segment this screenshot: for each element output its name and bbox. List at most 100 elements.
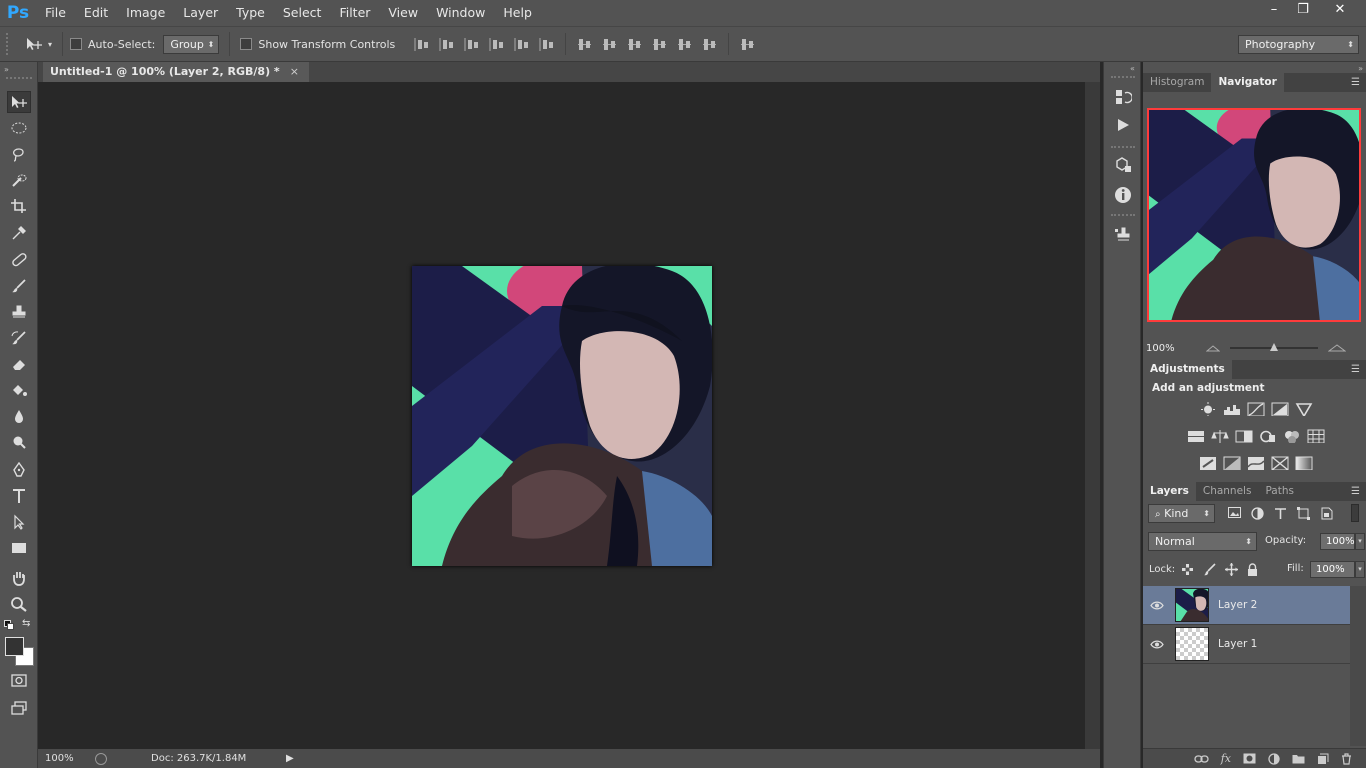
- tab-navigator[interactable]: Navigator: [1211, 73, 1284, 92]
- lock-position-icon[interactable]: [1225, 563, 1238, 576]
- lock-transparency-icon[interactable]: [1181, 563, 1194, 576]
- default-colors-icon[interactable]: [4, 620, 14, 630]
- collapse-arrows-icon[interactable]: «: [1130, 64, 1135, 73]
- actions-panel-button[interactable]: [1112, 114, 1134, 136]
- filter-toggle-switch[interactable]: [1351, 504, 1359, 522]
- path-selection-tool[interactable]: [7, 511, 31, 533]
- color-balance-icon[interactable]: [1211, 429, 1229, 443]
- rectangle-tool[interactable]: [7, 537, 31, 559]
- distribute-left-icon[interactable]: [652, 37, 667, 52]
- gradient-map-icon[interactable]: [1295, 456, 1313, 470]
- distribute-right-icon[interactable]: [702, 37, 717, 52]
- tab-histogram[interactable]: Histogram: [1143, 73, 1211, 92]
- new-layer-icon[interactable]: [1317, 753, 1329, 765]
- status-menu-arrow-icon[interactable]: ▶: [286, 753, 294, 764]
- trash-icon[interactable]: [1341, 752, 1352, 765]
- menu-edit[interactable]: Edit: [75, 0, 117, 26]
- lasso-tool[interactable]: [7, 143, 31, 165]
- lock-all-icon[interactable]: [1247, 563, 1258, 576]
- visibility-eye-icon[interactable]: [1143, 601, 1171, 610]
- distribute-horizontal-centers-icon[interactable]: [677, 37, 692, 52]
- status-info-icon[interactable]: [95, 752, 107, 765]
- history-brush-tool[interactable]: [7, 327, 31, 349]
- auto-align-layers-icon[interactable]: [740, 37, 755, 52]
- adjustment-filter-icon[interactable]: [1251, 507, 1264, 520]
- eraser-tool[interactable]: [7, 353, 31, 375]
- pixel-filter-icon[interactable]: [1228, 507, 1241, 518]
- distribute-top-icon[interactable]: [577, 37, 592, 52]
- swap-colors-icon[interactable]: ⇆: [22, 618, 30, 629]
- eyedropper-tool[interactable]: [7, 221, 31, 243]
- menu-view[interactable]: View: [379, 0, 427, 26]
- layer-name[interactable]: Layer 1: [1218, 638, 1257, 650]
- threshold-icon[interactable]: [1247, 456, 1265, 470]
- slider-thumb[interactable]: [1270, 343, 1278, 351]
- hue-saturation-icon[interactable]: [1187, 429, 1205, 443]
- workspace-switcher[interactable]: Photography ⬍: [1238, 35, 1359, 54]
- navigator-preview[interactable]: [1147, 108, 1361, 322]
- panel-menu-icon[interactable]: ☰: [1351, 482, 1360, 501]
- align-right-edges-icon[interactable]: [539, 37, 554, 52]
- photo-filter-icon[interactable]: [1259, 429, 1277, 443]
- document-tab[interactable]: Untitled-1 @ 100% (Layer 2, RGB/8) * ×: [43, 62, 309, 82]
- link-layers-icon[interactable]: [1194, 754, 1209, 764]
- menu-select[interactable]: Select: [274, 0, 331, 26]
- curves-icon[interactable]: [1247, 402, 1265, 416]
- layer-name[interactable]: Layer 2: [1218, 599, 1257, 611]
- zoom-tool[interactable]: [7, 593, 31, 615]
- layers-scrollbar[interactable]: [1350, 586, 1366, 746]
- vibrance-icon[interactable]: [1295, 402, 1313, 416]
- visibility-eye-icon[interactable]: [1143, 640, 1171, 649]
- move-tool[interactable]: [7, 91, 31, 113]
- menu-filter[interactable]: Filter: [330, 0, 379, 26]
- smart-object-filter-icon[interactable]: [1320, 507, 1333, 520]
- invert-icon[interactable]: [1199, 456, 1217, 470]
- menu-window[interactable]: Window: [427, 0, 494, 26]
- tab-channels[interactable]: Channels: [1196, 482, 1259, 501]
- menu-help[interactable]: Help: [494, 0, 541, 26]
- tab-layers[interactable]: Layers: [1143, 482, 1196, 501]
- new-group-icon[interactable]: [1292, 753, 1305, 764]
- healing-brush-tool[interactable]: [7, 249, 31, 271]
- document-canvas[interactable]: [412, 266, 712, 566]
- quick-selection-tool[interactable]: [7, 169, 31, 191]
- menu-layer[interactable]: Layer: [174, 0, 227, 26]
- exposure-icon[interactable]: [1271, 402, 1289, 416]
- fill-input[interactable]: 100%: [1310, 561, 1355, 578]
- auto-select-checkbox[interactable]: [70, 38, 83, 50]
- align-horizontal-centers-icon[interactable]: [514, 37, 529, 52]
- clone-source-panel-button[interactable]: [1112, 224, 1134, 246]
- close-tab-icon[interactable]: ×: [290, 62, 299, 82]
- opacity-dropdown-arrow-icon[interactable]: ▾: [1355, 533, 1365, 550]
- align-vertical-centers-icon[interactable]: [439, 37, 454, 52]
- 3d-panel-button[interactable]: [1112, 154, 1134, 176]
- foreground-color-swatch[interactable]: [5, 637, 24, 656]
- screen-mode-button[interactable]: [7, 697, 31, 719]
- vertical-scrollbar[interactable]: [1085, 82, 1100, 749]
- minimize-button[interactable]: –: [1259, 0, 1289, 20]
- close-button[interactable]: ✕: [1318, 0, 1362, 20]
- distribute-bottom-icon[interactable]: [627, 37, 642, 52]
- clone-stamp-tool[interactable]: [7, 301, 31, 323]
- tab-paths[interactable]: Paths: [1258, 482, 1301, 501]
- layer-filter-dropdown[interactable]: ⌕ Kind ⬍: [1148, 504, 1215, 523]
- canvas-area[interactable]: [38, 82, 1085, 749]
- menu-type[interactable]: Type: [227, 0, 274, 26]
- posterize-icon[interactable]: [1223, 456, 1241, 470]
- align-bottom-edges-icon[interactable]: [464, 37, 479, 52]
- restore-button[interactable]: ❐: [1288, 0, 1318, 20]
- paint-bucket-tool[interactable]: [7, 379, 31, 401]
- layer-style-icon[interactable]: fx: [1221, 752, 1231, 765]
- brush-tool[interactable]: [7, 275, 31, 297]
- info-panel-button[interactable]: [1112, 184, 1134, 206]
- zoom-in-icon[interactable]: [1328, 344, 1346, 352]
- type-tool[interactable]: [7, 485, 31, 507]
- color-lookup-icon[interactable]: [1307, 429, 1325, 443]
- selective-color-icon[interactable]: [1271, 456, 1289, 470]
- new-adjustment-layer-icon[interactable]: [1268, 752, 1280, 765]
- zoom-level[interactable]: 100%: [45, 753, 89, 764]
- fill-dropdown-arrow-icon[interactable]: ▾: [1355, 561, 1365, 578]
- marquee-tool[interactable]: [7, 117, 31, 139]
- channel-mixer-icon[interactable]: [1283, 429, 1301, 443]
- layer-row-layer-2[interactable]: Layer 2: [1143, 586, 1350, 625]
